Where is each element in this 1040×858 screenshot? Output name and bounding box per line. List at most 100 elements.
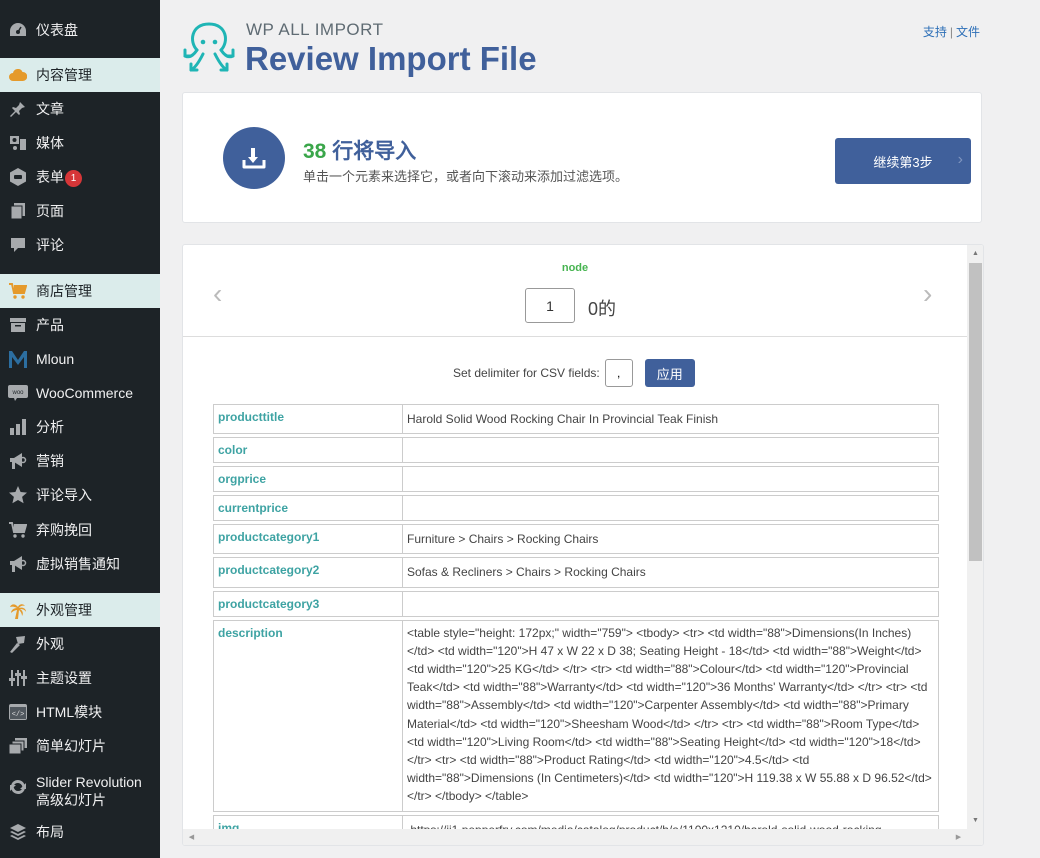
continue-step3-button[interactable]: 继续第3步 ›	[835, 138, 971, 184]
sidebar-item-label: 媒体	[36, 135, 64, 151]
sidebar-item-label: 营销	[36, 453, 64, 469]
pin-icon	[8, 99, 28, 119]
field-key: orgprice	[214, 467, 403, 492]
sidebar-item-label: 外观管理	[36, 602, 92, 618]
docs-link[interactable]: 文件	[956, 25, 980, 39]
field-value	[403, 467, 938, 491]
download-icon	[223, 127, 285, 189]
field-row[interactable]: currentprice	[213, 495, 939, 522]
palm-icon	[8, 600, 28, 620]
sidebar-item-label: 弃购挽回	[36, 522, 92, 538]
field-value: Furniture > Chairs > Rocking Chairs	[407, 532, 599, 547]
scroll-left-arrow-icon[interactable]: ◀	[183, 829, 200, 845]
scroll-down-arrow-icon[interactable]: ▼	[967, 812, 983, 829]
sliders-icon	[8, 668, 28, 688]
sidebar-item-analytics[interactable]: 分析	[0, 410, 160, 444]
field-value: Sofas & Recliners > Chairs > Rocking Cha…	[407, 565, 646, 580]
sidebar-item-woocommerce[interactable]: woo WooCommerce	[0, 376, 160, 410]
sidebar-item-label: 评论	[36, 237, 64, 253]
brush-icon	[8, 634, 28, 654]
field-row[interactable]: productcategory2 Sofas & Recliners > Cha…	[213, 557, 939, 588]
admin-sidebar: 仪表盘 内容管理 文章 媒体 表单 1 页面 评论 商店管理 产品 Mloun w…	[0, 0, 160, 858]
sidebar-item-label: 表单 1	[36, 167, 82, 187]
csv-delimiter-row: Set delimiter for CSV fields: 应用	[453, 359, 695, 387]
previous-record-button[interactable]: ‹	[213, 278, 222, 310]
support-link[interactable]: 支持	[923, 25, 947, 39]
woo-icon: woo	[8, 383, 28, 403]
scrollbar-thumb[interactable]	[969, 263, 982, 561]
sidebar-item-sales-notify[interactable]: 虚拟销售通知	[0, 547, 160, 581]
field-row[interactable]: productcategory3	[213, 590, 939, 617]
wp-all-import-logo-icon	[181, 18, 237, 76]
sidebar-item-label: 产品	[36, 317, 64, 333]
field-row[interactable]: color	[213, 437, 939, 464]
sidebar-item-review-import[interactable]: 评论导入	[0, 478, 160, 512]
record-number-input[interactable]	[525, 288, 575, 323]
field-row[interactable]: description <table style="height: 172px;…	[213, 619, 939, 812]
field-value	[403, 496, 938, 520]
sidebar-item-posts[interactable]: 文章	[0, 92, 160, 126]
notification-badge: 1	[65, 169, 82, 187]
field-key: currentprice	[214, 496, 403, 521]
sidebar-item-label: 页面	[36, 203, 64, 219]
sidebar-item-simple-slides[interactable]: 简单幻灯片	[0, 729, 160, 763]
sidebar-item-label: 虚拟销售通知	[36, 556, 120, 572]
field-value: <table style="height: 172px;" width="759…	[407, 625, 932, 804]
apply-delimiter-button[interactable]: 应用	[644, 359, 695, 387]
code-icon: </>	[8, 702, 28, 722]
sidebar-item-mloun[interactable]: Mloun	[0, 342, 160, 376]
field-key: productcategory1	[214, 525, 403, 554]
scroll-right-arrow-icon[interactable]: ▶	[950, 829, 967, 845]
vertical-scrollbar[interactable]: ▲ ▼	[967, 245, 983, 829]
archive-icon	[8, 315, 28, 335]
instruction-text: 单击一个元素来选择它，或者向下滚动来添加过滤选项。	[303, 169, 629, 184]
node-label: node	[561, 262, 589, 274]
sidebar-group-store[interactable]: 商店管理	[0, 274, 160, 308]
sidebar-item-comments[interactable]: 评论	[0, 228, 160, 262]
sidebar-item-slider-revolution[interactable]: Slider Revolution 高级幻灯片	[0, 773, 160, 817]
svg-text:</>: </>	[12, 711, 25, 719]
sidebar-item-label: HTML模块	[36, 704, 103, 720]
sidebar-item-layout[interactable]: 布局	[0, 815, 160, 849]
sidebar-item-appearance[interactable]: 外观	[0, 627, 160, 661]
link-separator: |	[949, 25, 953, 39]
sidebar-group-content[interactable]: 内容管理	[0, 58, 160, 92]
sidebar-item-cart-recovery[interactable]: 弃购挽回	[0, 513, 160, 547]
record-total: 0的	[588, 299, 617, 319]
sidebar-item-marketing[interactable]: 营销	[0, 444, 160, 478]
horizontal-scrollbar[interactable]: ◀ ▶	[183, 829, 967, 845]
help-links: 支持 | 文件	[923, 23, 980, 40]
scroll-up-arrow-icon[interactable]: ▲	[967, 245, 983, 262]
page-title: Review Import File	[245, 40, 537, 77]
rows-to-import: 38 行将导入	[303, 135, 416, 165]
field-key: productcategory2	[214, 558, 403, 587]
brand-name: WP ALL IMPORT	[246, 20, 384, 39]
sidebar-item-forms[interactable]: 表单 1	[0, 160, 160, 194]
sidebar-item-label: Mloun	[36, 351, 75, 367]
chevron-right-icon: ›	[957, 151, 963, 168]
sidebar-item-pages[interactable]: 页面	[0, 194, 160, 228]
refresh-icon	[8, 777, 28, 797]
sidebar-item-label: 主题设置	[36, 670, 92, 686]
sidebar-item-label: 评论导入	[36, 487, 92, 503]
mloun-logo-icon	[8, 349, 28, 369]
megaphone-icon	[8, 554, 28, 574]
scrollbar-corner	[967, 829, 983, 845]
sidebar-item-theme-settings[interactable]: 主题设置	[0, 661, 160, 695]
sidebar-group-appearance[interactable]: 外观管理	[0, 593, 160, 627]
sidebar-item-dashboard[interactable]: 仪表盘	[0, 13, 160, 47]
sidebar-item-media[interactable]: 媒体	[0, 126, 160, 160]
next-record-button[interactable]: ›	[923, 278, 932, 310]
field-row[interactable]: producttitle Harold Solid Wood Rocking C…	[213, 404, 939, 435]
field-key: productcategory3	[214, 591, 403, 616]
row-count: 38	[303, 140, 327, 163]
field-row[interactable]: productcategory1 Furniture > Chairs > Ro…	[213, 524, 939, 555]
sidebar-item-label: 布局	[36, 824, 64, 840]
delimiter-input[interactable]	[604, 359, 633, 387]
sidebar-item-label: Slider Revolution 高级幻灯片	[36, 774, 142, 808]
import-summary-panel: 38 行将导入 单击一个元素来选择它，或者向下滚动来添加过滤选项。 继续第3步 …	[182, 92, 982, 223]
sidebar-item-html-module[interactable]: </> HTML模块	[0, 695, 160, 729]
field-row[interactable]: orgprice	[213, 466, 939, 493]
sidebar-item-products[interactable]: 产品	[0, 308, 160, 342]
sidebar-item-label: 文章	[36, 101, 64, 117]
